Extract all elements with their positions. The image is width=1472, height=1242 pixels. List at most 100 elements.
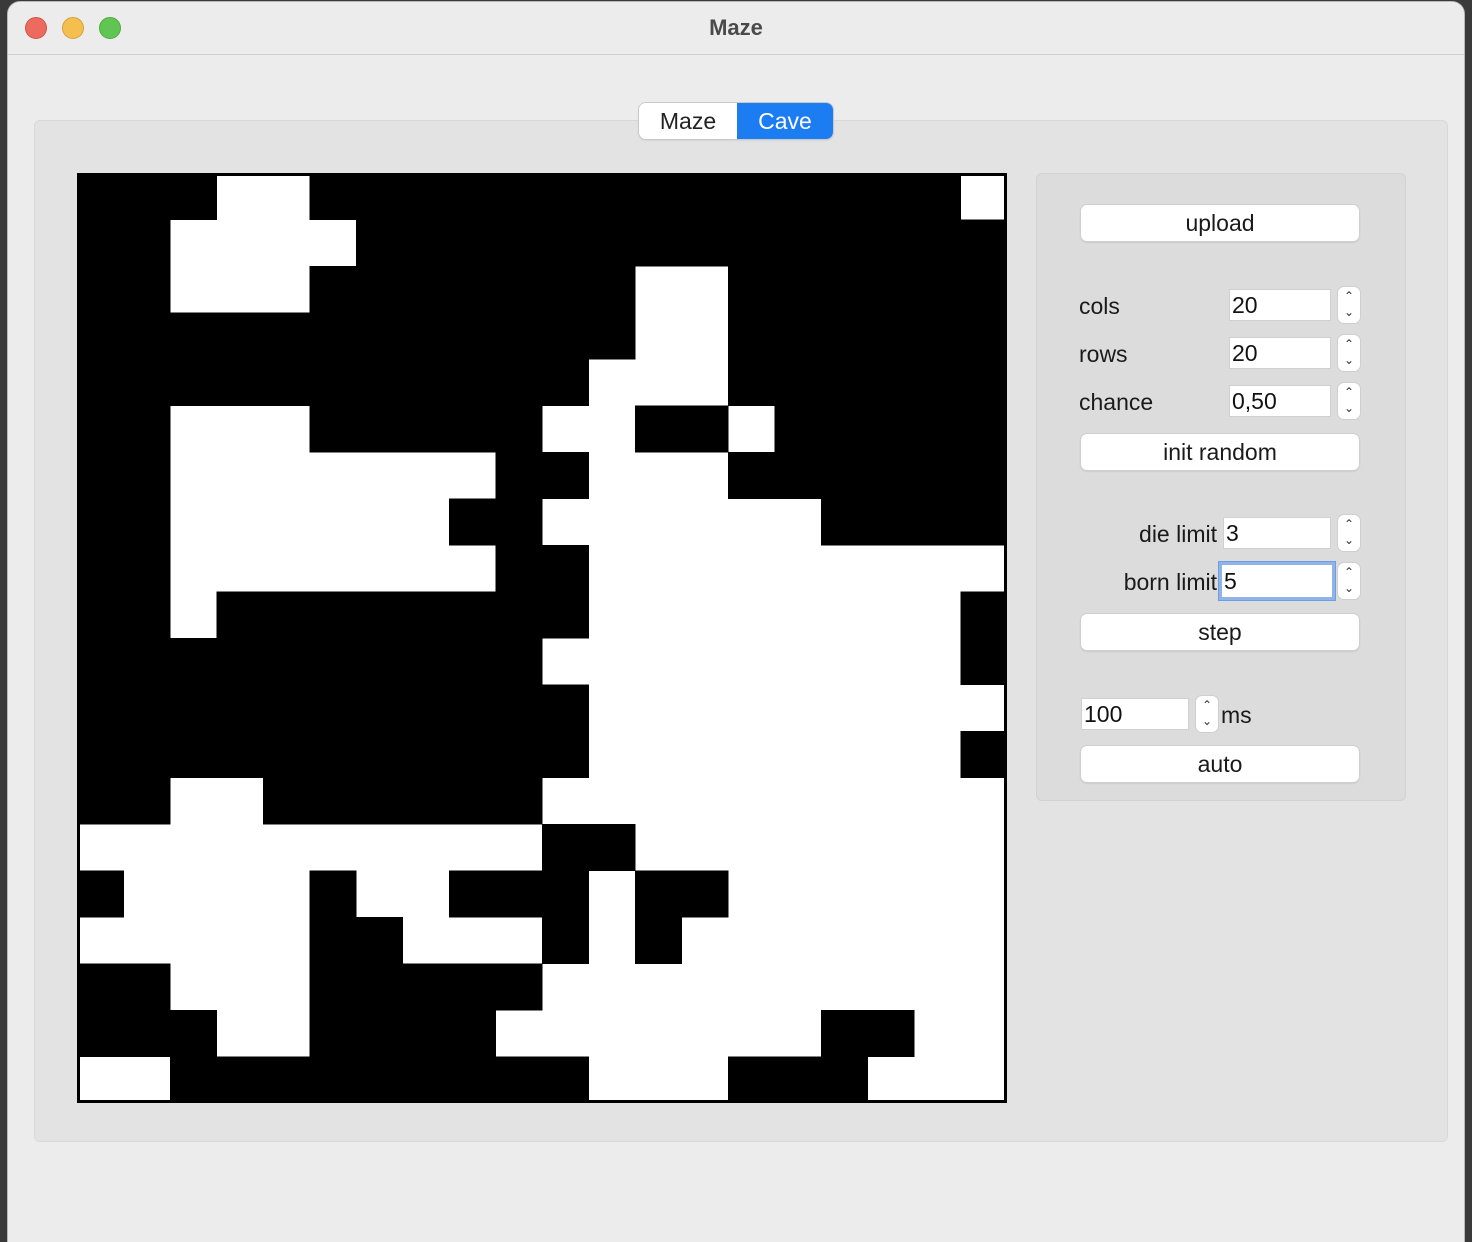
init-random-button[interactable]: init random — [1081, 434, 1359, 470]
grid-cell-wall — [356, 963, 403, 1011]
grid-cell-wall — [77, 452, 124, 499]
grid-cell-wall — [309, 731, 357, 778]
grid-cell-wall — [402, 405, 450, 453]
grid-cell-wall — [263, 638, 310, 685]
grid-cell-wall — [449, 405, 496, 453]
chevron-down-icon: ⌄ — [1343, 305, 1355, 319]
chevron-up-icon: ⌃ — [1343, 517, 1355, 531]
grid-cell-wall — [123, 173, 171, 220]
app-window: Maze Maze Cave upload cols ⌃⌄ rows ⌃⌄ ch… — [8, 2, 1464, 1242]
step-button[interactable]: step — [1081, 614, 1359, 650]
grid-cell-wall — [356, 917, 403, 964]
born-limit-stepper[interactable]: ⌃ ⌄ — [1338, 563, 1360, 599]
die-limit-field[interactable] — [1223, 517, 1331, 549]
chevron-down-icon: ⌄ — [1201, 714, 1213, 728]
grid-cell-wall — [402, 219, 450, 267]
grid-cell-wall — [77, 266, 124, 313]
grid-cell-wall — [542, 359, 589, 406]
grid-cell-wall — [123, 684, 171, 732]
cols-stepper[interactable]: ⌃ ⌄ — [1338, 287, 1360, 323]
grid-cell-wall — [356, 173, 403, 220]
grid-cell-wall — [77, 405, 124, 453]
grid-cell-wall — [77, 591, 124, 639]
grid-cell-wall — [77, 219, 124, 267]
grid-cell-wall — [263, 731, 310, 778]
grid-cell-wall — [77, 684, 124, 732]
grid-cell-wall — [728, 266, 775, 313]
grid-cell-wall — [449, 1010, 496, 1057]
grid-cell-wall — [123, 312, 171, 360]
grid-cell-wall — [77, 545, 124, 592]
grid-cell-wall — [170, 1056, 217, 1103]
grid-cell-wall — [356, 1010, 403, 1057]
chevron-up-icon: ⌃ — [1343, 289, 1355, 303]
chevron-down-icon: ⌄ — [1343, 581, 1355, 595]
tab-maze[interactable]: Maze — [639, 103, 737, 139]
grid-cell-wall — [309, 684, 357, 732]
chance-field[interactable] — [1229, 385, 1331, 417]
grid-cell-wall — [542, 824, 589, 871]
upload-button[interactable]: upload — [1081, 205, 1359, 241]
chevron-down-icon: ⌄ — [1343, 533, 1355, 547]
grid-cell-wall — [681, 870, 729, 918]
cols-field[interactable] — [1229, 289, 1331, 321]
born-limit-field[interactable] — [1219, 562, 1335, 600]
grid-cell-wall — [495, 405, 543, 453]
grid-cell-wall — [774, 173, 822, 220]
tab-segmented-control: Maze Cave — [639, 103, 833, 139]
grid-cell-wall — [542, 266, 589, 313]
die-limit-label: die limit — [1139, 521, 1217, 547]
grid-cell-wall — [216, 638, 264, 685]
grid-cell-wall — [495, 638, 543, 685]
controls-panel: upload cols ⌃⌄ rows ⌃⌄ chance ⌃⌄ init ra… — [1036, 173, 1406, 801]
grid-cell-wall — [728, 173, 775, 220]
grid-cell-wall — [867, 1010, 915, 1057]
grid-cell-wall — [449, 777, 496, 825]
grid-cell-wall — [495, 266, 543, 313]
grid-cell-wall — [542, 591, 589, 639]
grid-cell-wall — [542, 1056, 589, 1103]
born-limit-label: born limit — [1123, 569, 1217, 595]
grid-cell-wall — [309, 917, 357, 964]
grid-cell-wall — [495, 173, 543, 220]
die-limit-stepper[interactable]: ⌃ ⌄ — [1338, 515, 1360, 551]
interval-field[interactable] — [1081, 698, 1189, 730]
grid-cell-wall — [914, 498, 961, 546]
grid-cell-wall — [123, 545, 171, 592]
grid-cell-wall — [216, 591, 264, 639]
grid-cell-wall — [123, 591, 171, 639]
grid-cell-wall — [263, 312, 310, 360]
chevron-down-icon: ⌄ — [1343, 353, 1355, 367]
grid-cell-wall — [449, 1056, 496, 1103]
chance-stepper[interactable]: ⌃ ⌄ — [1338, 383, 1360, 419]
tab-cave[interactable]: Cave — [737, 103, 833, 139]
interval-stepper[interactable]: ⌃ ⌄ — [1196, 696, 1218, 732]
grid-cell-wall — [588, 824, 636, 871]
grid-cell-wall — [402, 777, 450, 825]
grid-cell-wall — [449, 359, 496, 406]
grid-cell-wall — [774, 312, 822, 360]
grid-cell-wall — [728, 359, 775, 406]
grid-cell-wall — [867, 219, 915, 267]
grid-cell-wall — [263, 684, 310, 732]
grid-cell-wall — [960, 498, 1007, 546]
grid-cell-wall — [681, 173, 729, 220]
grid-cell-wall — [216, 731, 264, 778]
grid-cell-wall — [495, 359, 543, 406]
grid-cell-wall — [495, 452, 543, 499]
grid-cell-wall — [681, 219, 729, 267]
grid-cell-wall — [495, 591, 543, 639]
grid-cell-wall — [635, 405, 682, 453]
grid-cell-wall — [77, 359, 124, 406]
grid-cell-wall — [123, 777, 171, 825]
grid-cell-wall — [402, 1010, 450, 1057]
grid-cell-wall — [495, 219, 543, 267]
grid-cell-wall — [821, 312, 868, 360]
grid-cell-wall — [914, 312, 961, 360]
rows-field[interactable] — [1229, 337, 1331, 369]
auto-button[interactable]: auto — [1081, 746, 1359, 782]
rows-stepper[interactable]: ⌃ ⌄ — [1338, 335, 1360, 371]
grid-cell-wall — [635, 173, 682, 220]
grid-cell-wall — [635, 219, 682, 267]
grid-cell-wall — [123, 359, 171, 406]
